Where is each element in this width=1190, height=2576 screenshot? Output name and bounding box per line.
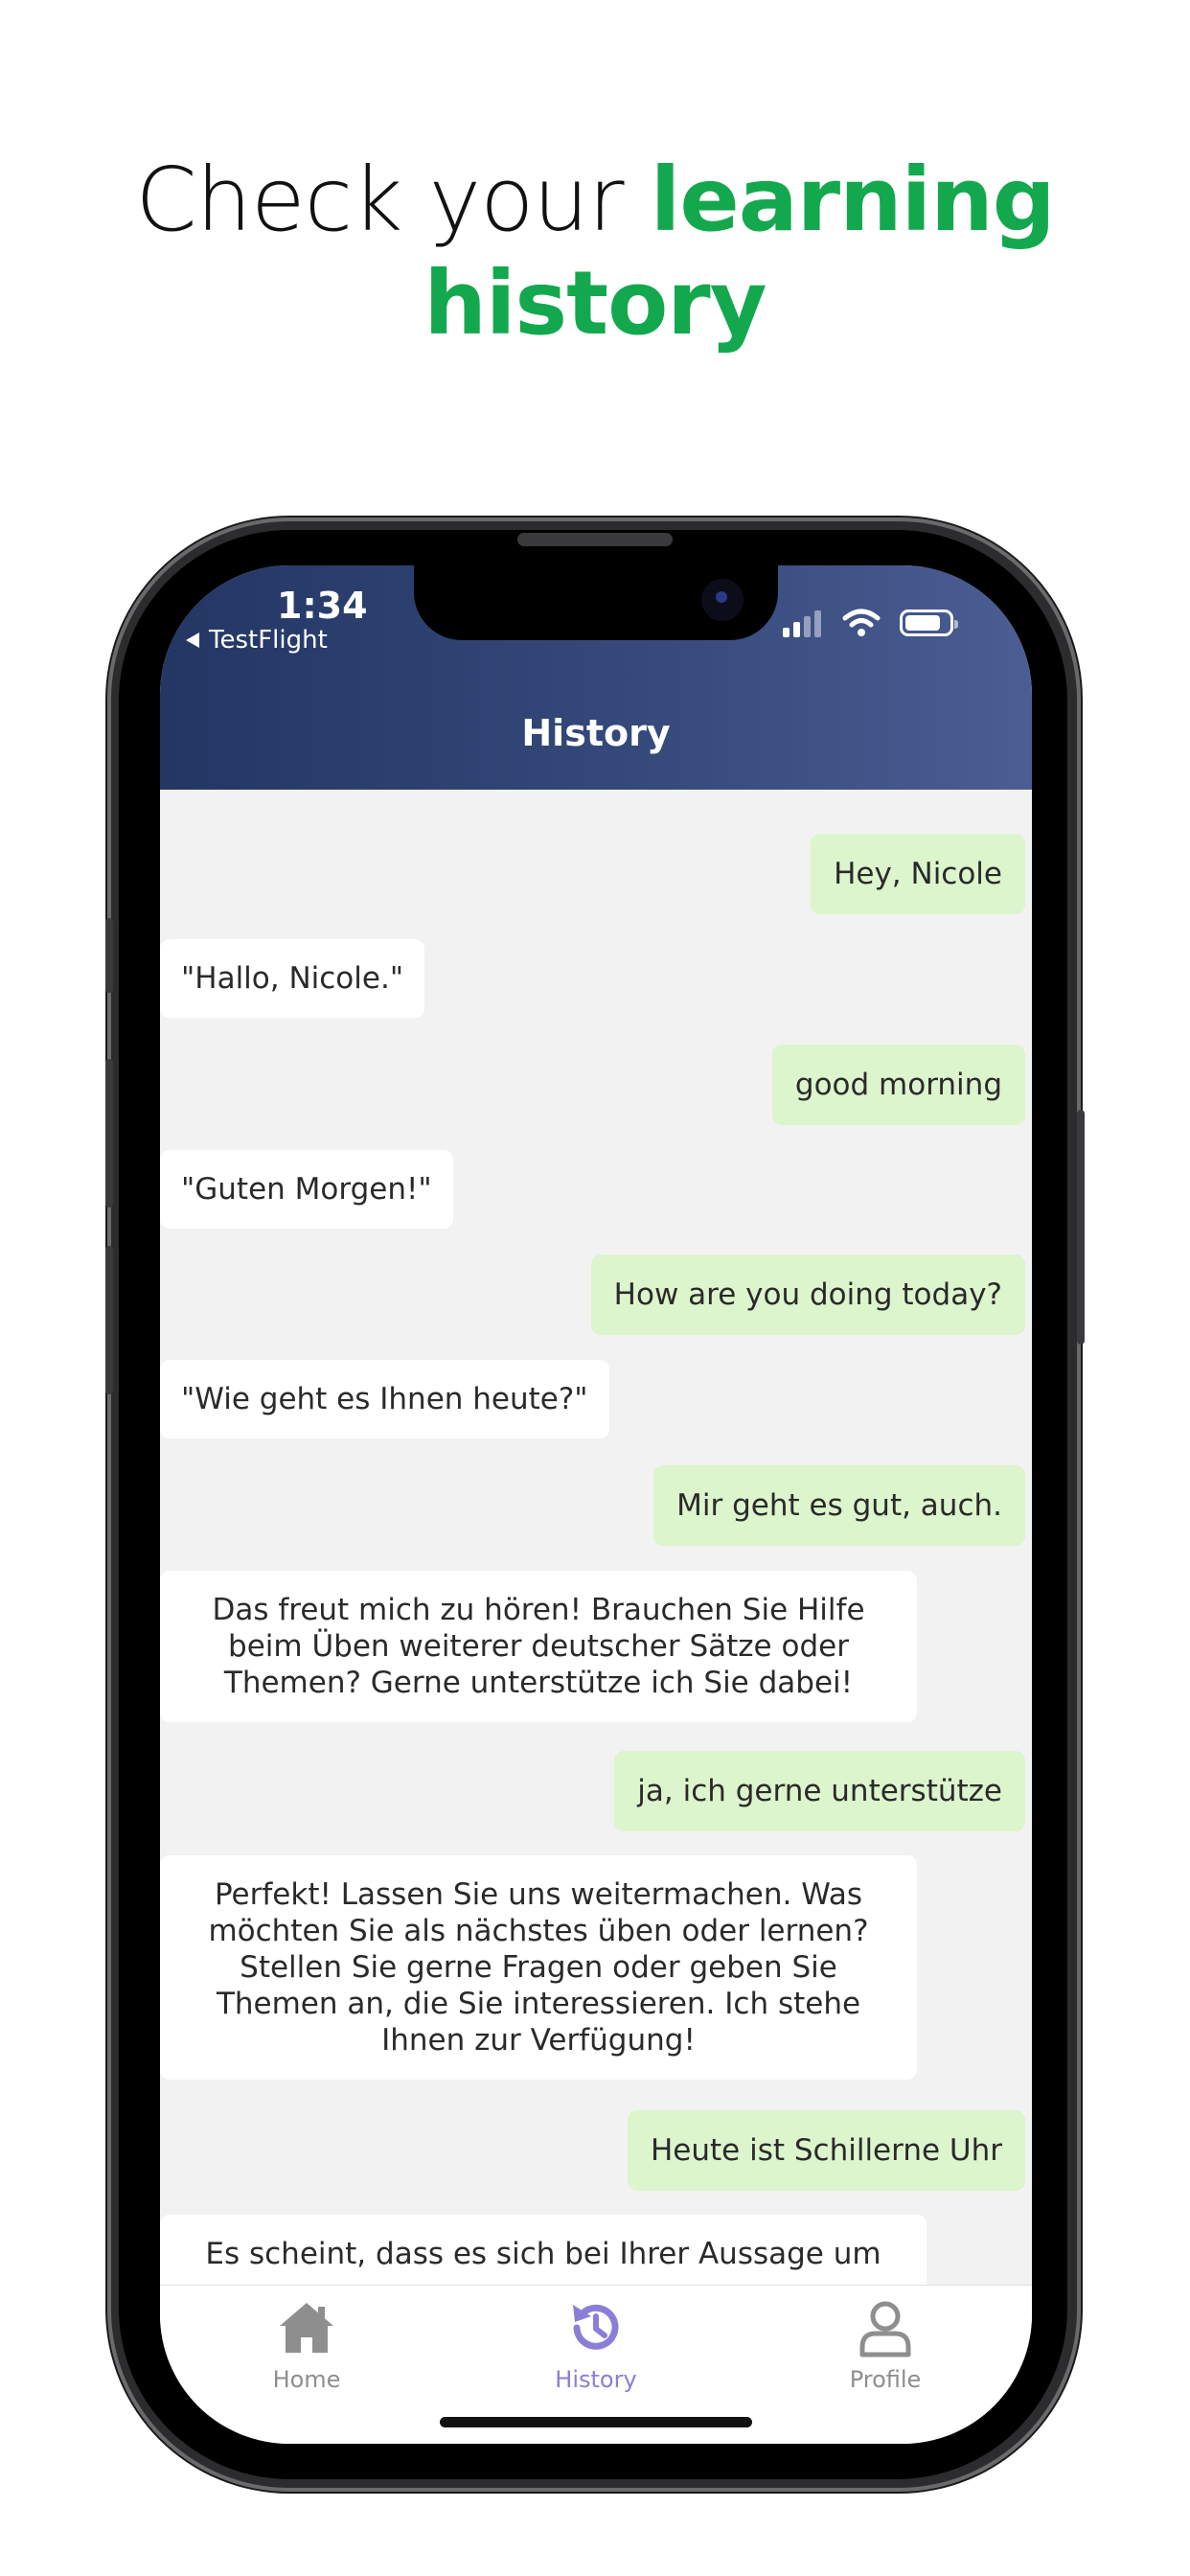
user-message: Heute ist Schillerne Uhr [627, 2110, 1025, 2191]
headline-line-1: Check your learning [0, 149, 1190, 252]
tab-profile-label: Profile [849, 2366, 922, 2393]
bot-message: "Guten Morgen!" [160, 1150, 453, 1229]
promo-headline: Check your learning history [0, 149, 1190, 356]
tab-home-label: Home [272, 2366, 341, 2393]
signal-icon [783, 609, 821, 637]
headline-text: Check your [135, 149, 651, 251]
tab-home[interactable]: Home [211, 2297, 402, 2393]
user-message: Hey, Nicole [811, 834, 1025, 914]
bot-message: Das freut mich zu hören! Brauchen Sie Hi… [160, 1571, 917, 1722]
speaker-grille [517, 533, 673, 546]
tab-history[interactable]: History [500, 2297, 692, 2393]
profile-icon [859, 2301, 911, 2358]
bot-message: Perfekt! Lassen Sie uns weitermachen. Wa… [160, 1855, 917, 2080]
headline-accent-1: learning [650, 149, 1056, 251]
chat-history[interactable]: Hey, Nicole "Hallo, Nicole." good mornin… [160, 790, 1032, 2285]
bot-message: "Hallo, Nicole." [160, 939, 425, 1018]
home-indicator [440, 2417, 752, 2427]
power-button [1077, 1110, 1085, 1345]
user-message: good morning [771, 1045, 1025, 1125]
user-message: How are you doing today? [590, 1254, 1025, 1335]
tab-history-label: History [555, 2366, 637, 2393]
app-header: 1:34 TestFlight History [160, 565, 1032, 790]
status-icons [783, 609, 958, 637]
history-icon [573, 2304, 619, 2350]
battery-icon [900, 610, 958, 636]
phone-screen: 1:34 TestFlight History Hey, Nicole "Hal… [160, 565, 1032, 2444]
front-camera [701, 579, 744, 621]
headline-line-2: history [0, 252, 1190, 356]
status-time: 1:34 [277, 585, 368, 627]
bot-message: "Wie geht es Ihnen heute?" [160, 1360, 609, 1438]
user-message: ja, ich gerne unterstütze [614, 1751, 1025, 1831]
user-message: Mir geht es gut, auch. [653, 1465, 1025, 1546]
volume-down-button [105, 1246, 113, 1394]
headline-accent-2: history [423, 252, 767, 355]
wifi-icon [842, 609, 881, 636]
notch [414, 565, 778, 640]
bot-message: Es scheint, dass es sich bei Ihrer Aussa… [160, 2215, 927, 2285]
back-triangle-icon [186, 632, 199, 648]
back-app-label: TestFlight [209, 626, 328, 655]
back-to-app-link[interactable]: TestFlight [186, 626, 328, 655]
page-title: History [521, 712, 671, 754]
volume-up-button [105, 1059, 113, 1208]
mute-switch [105, 918, 113, 993]
home-icon [280, 2303, 333, 2353]
tab-profile[interactable]: Profile [790, 2297, 981, 2393]
